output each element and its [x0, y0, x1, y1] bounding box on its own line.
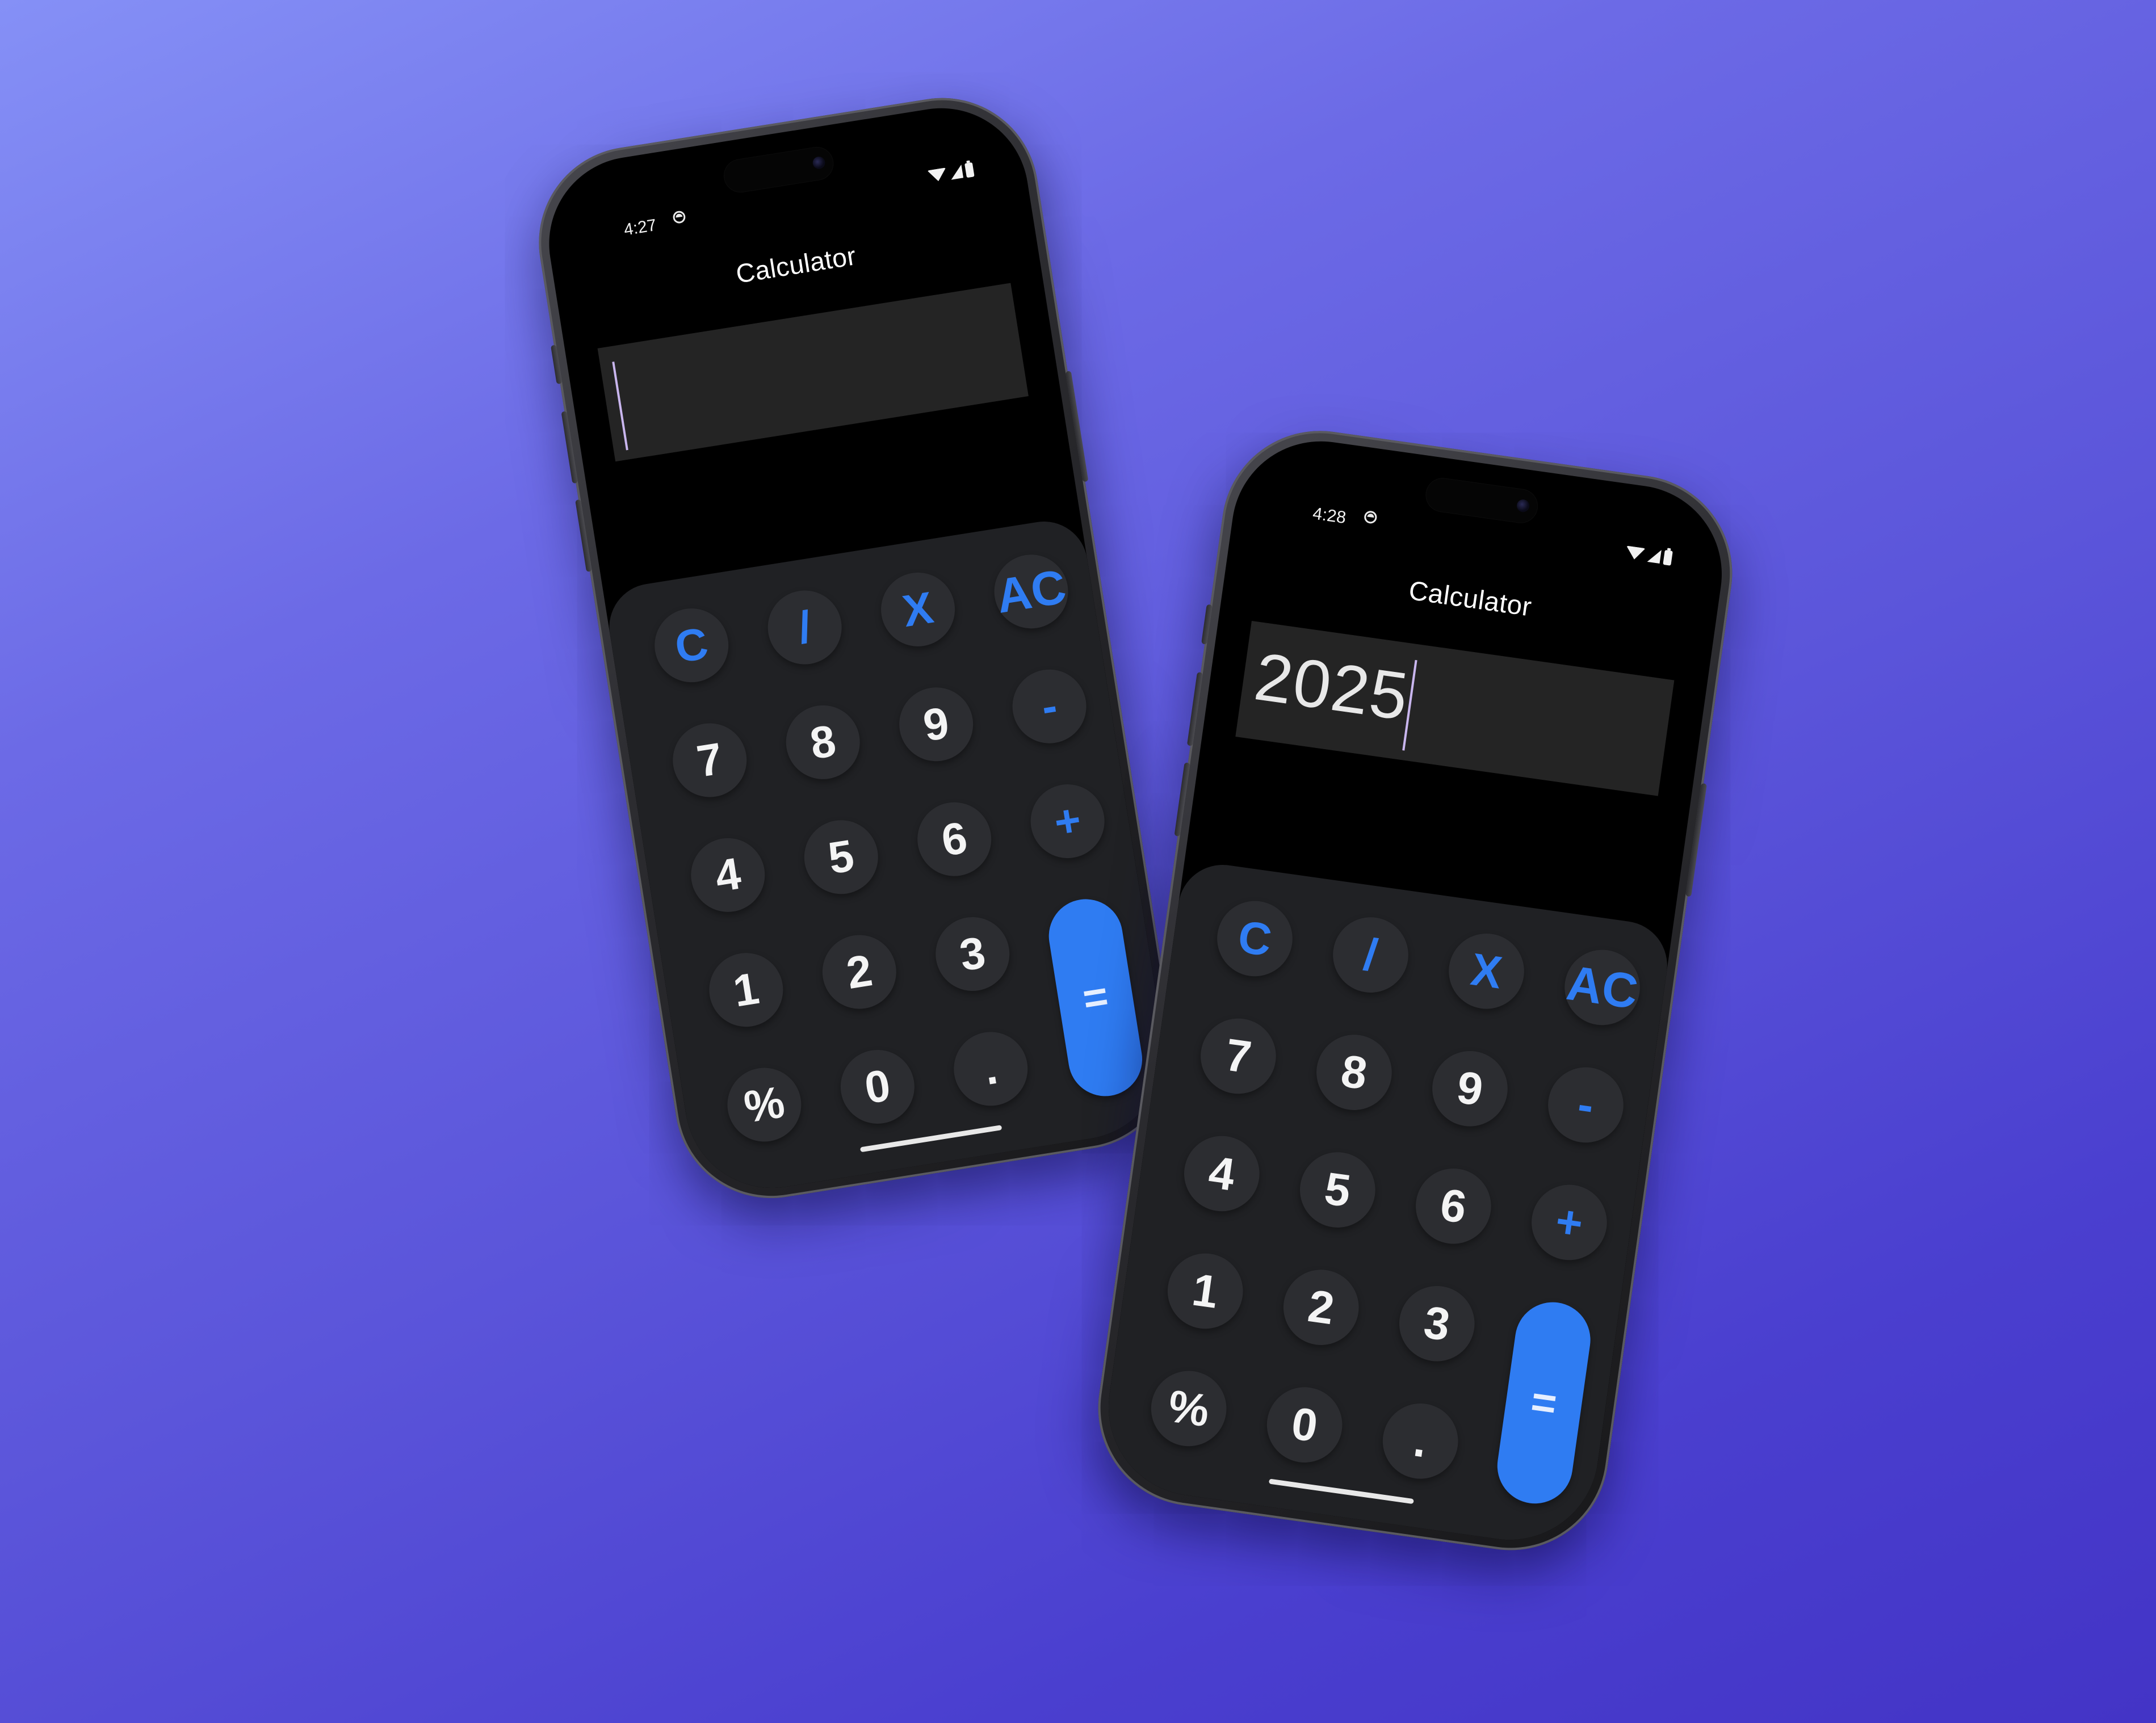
key-0[interactable]: 0: [1262, 1382, 1348, 1468]
dynamic-island: [1424, 476, 1540, 525]
status-icons: [927, 162, 975, 184]
battery-icon: [964, 162, 975, 178]
key-equals[interactable]: =: [1492, 1297, 1596, 1508]
key-4[interactable]: 4: [1179, 1131, 1265, 1216]
key-3[interactable]: 3: [930, 911, 1015, 997]
key-2[interactable]: 2: [1278, 1264, 1364, 1350]
key-all-clear[interactable]: AC: [989, 549, 1073, 634]
key-percent[interactable]: %: [1146, 1366, 1232, 1451]
key-3[interactable]: 3: [1394, 1281, 1480, 1367]
text-cursor: [612, 362, 628, 451]
key-6[interactable]: 6: [912, 797, 997, 882]
phone-left: 4:27 Calculator C / X AC 7 8 9 - 4 5 6 +…: [525, 84, 1189, 1212]
cellular-signal-icon: [949, 164, 964, 180]
key-6[interactable]: 6: [1411, 1163, 1496, 1249]
key-7[interactable]: 7: [1196, 1014, 1281, 1099]
key-clear[interactable]: C: [649, 603, 734, 688]
key-equals[interactable]: =: [1043, 894, 1148, 1102]
key-1[interactable]: 1: [1163, 1249, 1248, 1334]
key-decimal[interactable]: .: [1378, 1398, 1463, 1484]
keypad: C / X AC 7 8 9 - 4 5 6 + 1 2 3 = % 0 .: [1097, 859, 1673, 1552]
key-clear[interactable]: C: [1212, 896, 1298, 981]
wifi-icon: [1624, 545, 1646, 561]
screen: 4:27 Calculator C / X AC 7 8 9 - 4 5 6 +…: [536, 95, 1177, 1201]
status-time: 4:28: [1311, 504, 1348, 528]
key-7[interactable]: 7: [667, 718, 752, 802]
key-5[interactable]: 5: [799, 814, 884, 900]
key-1[interactable]: 1: [703, 947, 788, 1032]
front-camera: [812, 156, 826, 170]
key-all-clear[interactable]: AC: [1559, 945, 1645, 1030]
key-decimal[interactable]: .: [948, 1026, 1033, 1111]
app-notification-icon: [1363, 510, 1378, 524]
status-time: 4:27: [622, 216, 658, 239]
battery-icon: [1663, 549, 1673, 566]
key-8[interactable]: 8: [781, 700, 866, 785]
key-divide[interactable]: /: [762, 585, 848, 670]
key-multiply[interactable]: X: [875, 567, 960, 652]
key-minus[interactable]: -: [1007, 664, 1092, 749]
key-minus[interactable]: -: [1543, 1062, 1629, 1148]
cellular-signal-icon: [1647, 548, 1662, 564]
key-multiply[interactable]: X: [1444, 928, 1529, 1014]
key-4[interactable]: 4: [685, 833, 770, 918]
app-notification-icon: [672, 210, 686, 225]
key-0[interactable]: 0: [835, 1044, 920, 1129]
key-9[interactable]: 9: [894, 682, 979, 767]
calculator-display[interactable]: [597, 283, 1029, 462]
screen: 4:28 Calculator 2025 C / X AC 7 8 9 - 4 …: [1097, 430, 1734, 1552]
keypad: C / X AC 7 8 9 - 4 5 6 + 1 2 3 = % 0 .: [603, 515, 1177, 1201]
key-2[interactable]: 2: [817, 930, 902, 1014]
dynamic-island: [722, 145, 836, 195]
key-plus[interactable]: +: [1526, 1180, 1612, 1265]
key-plus[interactable]: +: [1025, 779, 1110, 864]
status-icons: [1624, 544, 1673, 566]
key-8[interactable]: 8: [1311, 1029, 1397, 1115]
key-divide[interactable]: /: [1328, 912, 1413, 998]
phone-right: 4:28 Calculator 2025 C / X AC 7 8 9 - 4 …: [1085, 418, 1745, 1563]
display-value: 2025: [1250, 638, 1414, 735]
key-percent[interactable]: %: [722, 1062, 807, 1147]
wifi-icon: [927, 167, 948, 183]
front-camera: [1516, 498, 1530, 513]
calculator-display[interactable]: 2025: [1235, 620, 1675, 796]
key-5[interactable]: 5: [1295, 1147, 1381, 1233]
key-9[interactable]: 9: [1427, 1046, 1513, 1132]
